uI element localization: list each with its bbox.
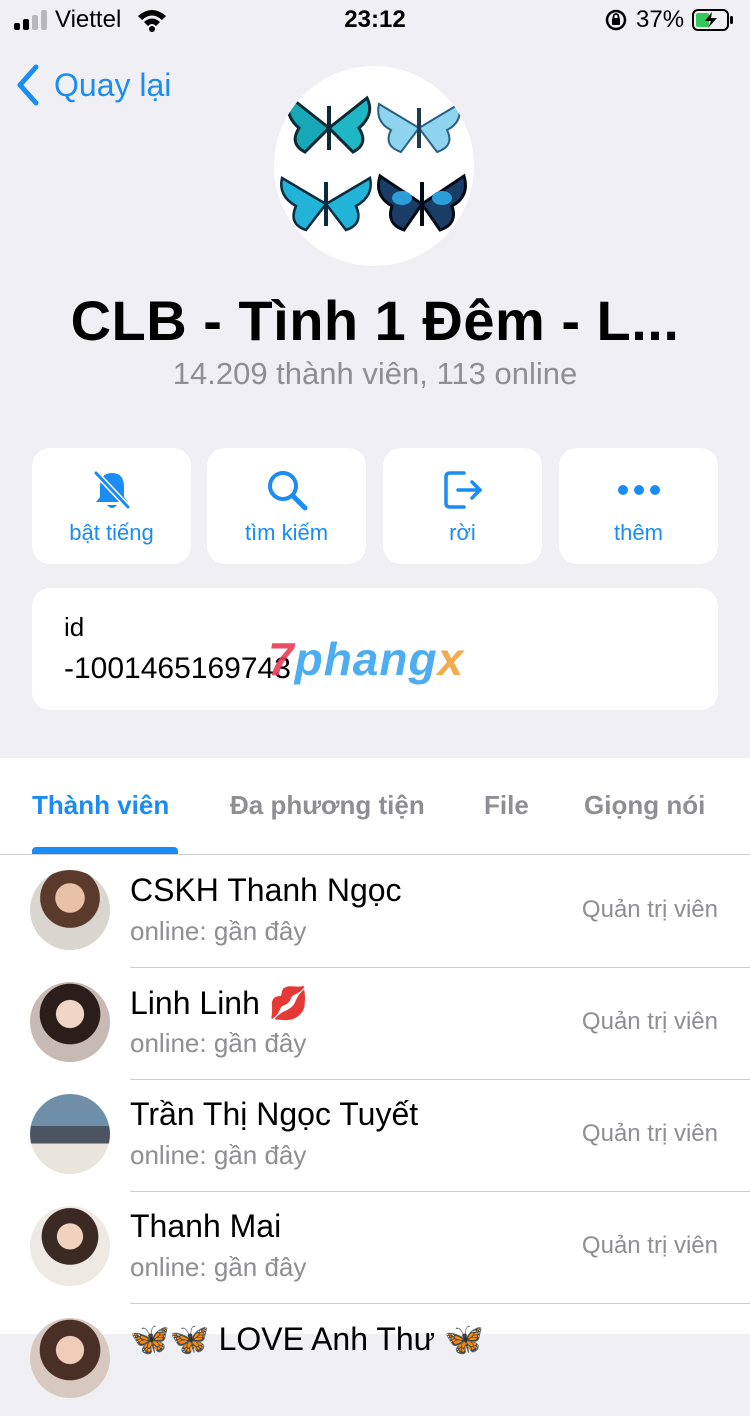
more-button[interactable]: thêm: [559, 448, 718, 564]
member-status: online: gần đây: [130, 1252, 307, 1282]
leave-icon: [443, 471, 482, 509]
leave-label: rời: [449, 520, 476, 545]
unmute-button[interactable]: bật tiếng: [32, 448, 191, 564]
avatar: [30, 1206, 110, 1286]
id-card[interactable]: id -1001465169743 7phangx: [32, 588, 718, 710]
tab-members[interactable]: Thành viên: [32, 790, 169, 821]
members-panel: Thành viên Đa phương tiện File Giọng nói…: [0, 758, 750, 1398]
orientation-lock-icon: [605, 9, 627, 31]
avatar: [30, 1094, 110, 1174]
member-role: Quản trị viên: [581, 1120, 718, 1147]
bell-slash-icon: [93, 470, 130, 510]
member-row[interactable]: CSKH Thanh Ngọc online: gần đây Quản trị…: [0, 856, 750, 968]
active-tab-indicator: [32, 847, 178, 854]
tab-voice[interactable]: Giọng nói: [584, 790, 705, 821]
member-name: Trần Thị Ngọc Tuyết: [130, 1096, 419, 1132]
battery-percent: 37%: [636, 6, 685, 33]
member-row[interactable]: 🦋🦋 LOVE Anh Thư 🦋: [0, 1304, 750, 1416]
avatar: [30, 982, 110, 1062]
search-icon: [267, 471, 307, 511]
unmute-label: bật tiếng: [69, 520, 154, 545]
member-count: 14.209 thành viên, 113 online: [172, 356, 578, 391]
id-label: id: [64, 612, 85, 642]
member-row[interactable]: Linh Linh 💋 online: gần đây Quản trị viê…: [0, 968, 750, 1080]
more-label: thêm: [614, 520, 663, 545]
chevron-left-icon: [17, 64, 39, 106]
member-name: CSKH Thanh Ngọc: [130, 872, 402, 908]
tab-bar: Thành viên Đa phương tiện File Giọng nói: [0, 758, 750, 855]
member-row[interactable]: Trần Thị Ngọc Tuyết online: gần đây Quản…: [0, 1080, 750, 1192]
status-bar: Viettel 23:12 37%: [0, 0, 750, 40]
member-row[interactable]: Thanh Mai online: gần đây Quản trị viên: [0, 1192, 750, 1304]
member-name: Thanh Mai: [130, 1208, 282, 1244]
leave-button[interactable]: rời: [383, 448, 542, 564]
group-title: CLB - Tình 1 Đêm - L...: [70, 289, 680, 352]
member-role: Quản trị viên: [581, 1008, 718, 1035]
tab-files[interactable]: File: [484, 790, 529, 821]
battery-charging-icon: [692, 9, 733, 31]
avatar: [30, 870, 110, 950]
search-label: tìm kiếm: [244, 520, 329, 545]
member-name: 🦋🦋 LOVE Anh Thư 🦋: [130, 1321, 484, 1357]
member-role: Quản trị viên: [581, 896, 718, 923]
member-role: Quản trị viên: [581, 1232, 718, 1259]
watermark-logo: 7phangx: [268, 633, 465, 685]
back-button[interactable]: Quay lại: [14, 62, 171, 108]
id-value: -1001465169743: [64, 652, 291, 685]
avatar: [30, 1318, 110, 1398]
butterflies-image: [280, 95, 467, 232]
back-label: Quay lại: [54, 66, 172, 103]
more-icon: [617, 485, 660, 495]
group-avatar[interactable]: [274, 66, 474, 266]
member-name: Linh Linh 💋: [130, 985, 309, 1021]
member-status: online: gần đây: [130, 1028, 307, 1058]
search-button[interactable]: tìm kiếm: [207, 448, 366, 564]
action-bar: bật tiếng tìm kiếm rời thêm: [32, 448, 718, 564]
tab-media[interactable]: Đa phương tiện: [230, 790, 425, 821]
member-status: online: gần đây: [130, 1140, 307, 1170]
member-status: online: gần đây: [130, 916, 307, 946]
